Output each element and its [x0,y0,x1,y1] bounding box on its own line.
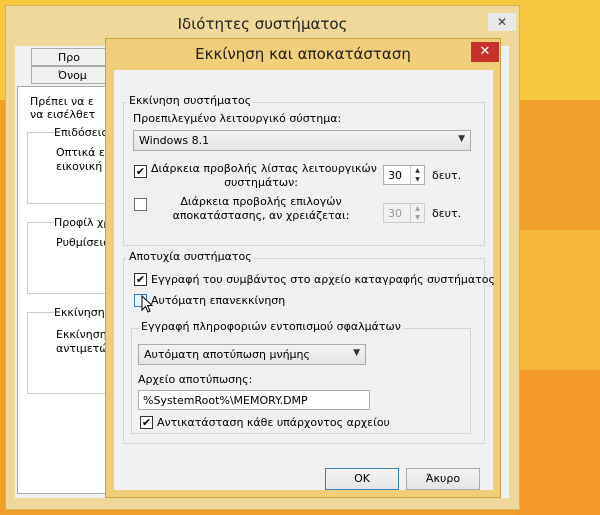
write-event-checkbox[interactable]: ✔ [134,273,147,286]
tab-label: Προ [58,51,80,64]
chevron-down-icon: ▼ [458,134,465,144]
user-profiles-legend: Προφίλ χρ [54,216,107,229]
default-os-value: Windows 8.1 [139,134,210,147]
default-os-dropdown[interactable]: Windows 8.1 ▼ [133,130,471,151]
chevron-down-icon[interactable]: ▼ [411,175,424,184]
stepper-buttons[interactable]: ▲ ▼ [410,204,424,222]
recovery-seconds-value: 30 [388,207,402,220]
check-icon: ✔ [135,273,146,286]
close-button[interactable]: ✕ [471,42,499,62]
startup-recovery-text: αντιμετώ [56,342,107,355]
chevron-up-icon[interactable]: ▲ [411,204,424,213]
stepper-buttons[interactable]: ▲ ▼ [410,166,424,184]
system-failure-legend: Αποτυχία συστήματος [127,250,254,263]
startup-recovery-legend: Εκκίνηση κ [54,306,107,319]
show-recovery-label: Διάρκεια προβολής επιλογών [180,195,342,208]
seconds-unit-label: δευτ. [432,169,462,182]
performance-text: εικονική μ [56,160,107,173]
overwrite-checkbox[interactable]: ✔ [140,416,153,429]
seconds-unit-label: δευτ. [432,207,462,220]
user-profiles-group [27,222,112,294]
cancel-button[interactable]: Άκυρο [406,468,480,490]
check-icon: ✔ [135,165,146,178]
tab-hardware[interactable]: Προ [31,48,111,66]
close-icon: ✕ [479,44,491,59]
startup-recovery-text: Εκκίνηση [56,328,107,341]
performance-legend: Επιδόσεις [54,126,107,139]
dump-file-input[interactable]: %SystemRoot%\MEMORY.DMP [138,390,370,410]
check-icon: ✔ [141,416,152,429]
dump-type-dropdown[interactable]: Αυτόματη αποτύπωση μνήμης ▼ [138,344,366,365]
dump-type-value: Αυτόματη αποτύπωση μνήμης [144,348,310,361]
show-recovery-label: αποκατάστασης, αν χρειάζεται: [172,209,350,222]
intro-text: να εισέλθετ [30,108,96,121]
debug-info-legend: Εγγραφή πληροφοριών εντοπισμού σφαλμάτων [139,320,403,333]
close-icon: ✕ [496,15,508,29]
intro-text: Πρέπει να ε [30,95,94,108]
default-os-label: Προεπιλεγμένο λειτουργικό σύστημα: [133,112,342,125]
auto-restart-label: Αυτόματη επανεκκίνηση [151,294,286,307]
show-recovery-checkbox[interactable] [134,198,147,211]
overwrite-label: Αντικατάσταση κάθε υπάρχοντος αρχείου [157,416,390,429]
desktop-tile [515,370,600,515]
system-startup-legend: Εκκίνηση συστήματος [127,94,254,107]
ok-button[interactable]: OK [325,468,399,490]
user-profiles-text: Ρυθμίσεις [56,236,107,249]
desktop-tile [515,230,600,370]
chevron-down-icon: ▼ [353,348,360,358]
os-list-seconds-stepper[interactable]: 30 ▲ ▼ [383,165,425,185]
tab-label: Όνομ [58,69,87,82]
chevron-up-icon[interactable]: ▲ [411,166,424,175]
performance-text: Οπτικά εφ [56,146,107,159]
show-os-list-checkbox[interactable]: ✔ [134,165,147,178]
dialog-title: Εκκίνηση και αποκατάσταση [195,45,411,63]
dialog-body: Εκκίνηση συστήματος Προεπιλεγμένο λειτου… [114,70,495,490]
dump-file-value: %SystemRoot%\MEMORY.DMP [143,394,308,407]
close-button[interactable]: ✕ [488,13,516,31]
os-list-seconds-value: 30 [388,169,402,182]
dump-file-label: Αρχείο αποτύπωσης: [138,373,253,386]
recovery-seconds-stepper[interactable]: 30 ▲ ▼ [383,203,425,223]
show-os-list-label: συστημάτων: [224,176,298,189]
write-event-label: Εγγραφή του συμβάντος στο αρχείο καταγρα… [151,273,495,286]
chevron-down-icon[interactable]: ▼ [411,213,424,222]
show-os-list-label: Διάρκεια προβολής λίστας λειτουργικών [151,162,377,175]
tab-computer-name[interactable]: Όνομ [31,66,111,84]
mouse-cursor-icon [141,295,153,313]
startup-recovery-dialog: Εκκίνηση και αποκατάσταση ✕ Εκκίνηση συσ… [105,38,501,498]
window-title: Ιδιότητες συστήματος [177,15,348,33]
